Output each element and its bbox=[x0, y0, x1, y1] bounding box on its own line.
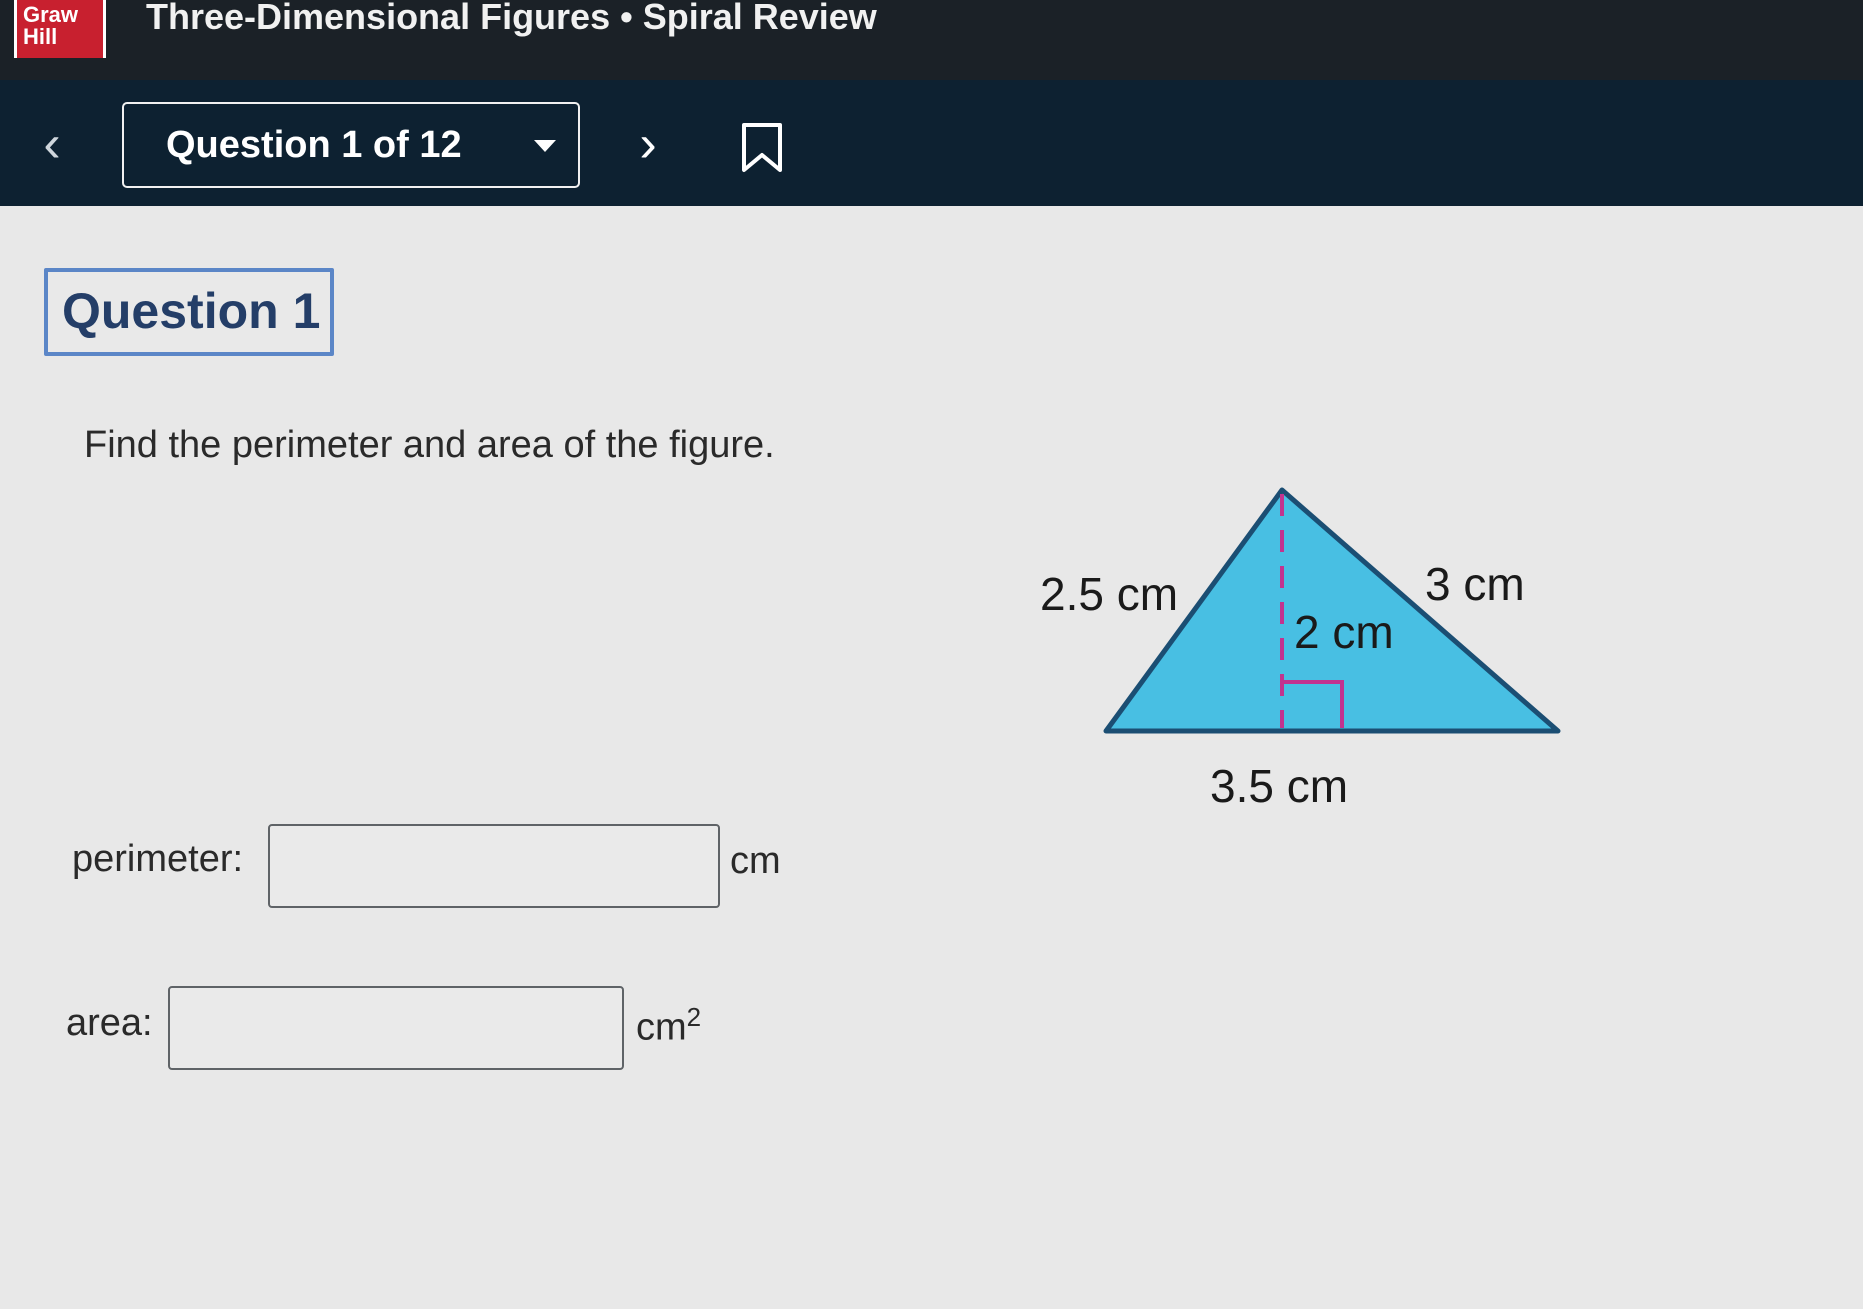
question-selector-dropdown[interactable]: Question 1 of 12 bbox=[122, 102, 580, 188]
logo-text-line2: Hill bbox=[23, 24, 58, 49]
top-bar: Graw Hill Three-Dimensional Figures • Sp… bbox=[0, 0, 1863, 80]
chevron-left-icon[interactable]: ‹ bbox=[30, 116, 74, 172]
question-nav-bar: ‹ Question 1 of 12 › bbox=[0, 80, 1863, 206]
assignment-title: Three-Dimensional Figures • Spiral Revie… bbox=[146, 0, 877, 37]
area-unit: cm2 bbox=[636, 1002, 701, 1050]
logo-text-line1: Graw bbox=[23, 2, 79, 27]
question-heading: Question 1 bbox=[44, 268, 334, 356]
area-input[interactable] bbox=[168, 986, 624, 1070]
question-content: Question 1 Find the perimeter and area o… bbox=[0, 206, 1863, 1309]
question-prompt: Find the perimeter and area of the figur… bbox=[84, 424, 775, 466]
base-label: 3.5 cm bbox=[1210, 760, 1348, 812]
perimeter-label: perimeter: bbox=[72, 838, 244, 880]
triangle-figure: 2.5 cm 3 cm 2 cm 3.5 cm bbox=[1020, 466, 1580, 826]
perimeter-unit: cm bbox=[730, 840, 781, 882]
left-side-label: 2.5 cm bbox=[1040, 568, 1178, 620]
perimeter-input[interactable] bbox=[268, 824, 720, 908]
area-unit-exponent: 2 bbox=[686, 1002, 702, 1032]
caret-down-icon bbox=[534, 140, 556, 152]
right-side-label: 3 cm bbox=[1425, 558, 1525, 610]
bookmark-icon[interactable] bbox=[740, 122, 784, 174]
question-selector-label: Question 1 of 12 bbox=[166, 124, 462, 166]
height-label: 2 cm bbox=[1294, 606, 1394, 658]
chevron-right-icon[interactable]: › bbox=[626, 116, 670, 172]
area-label: area: bbox=[66, 1002, 153, 1044]
area-unit-text: cm bbox=[636, 1006, 687, 1049]
mcgraw-hill-logo: Graw Hill bbox=[14, 0, 106, 58]
